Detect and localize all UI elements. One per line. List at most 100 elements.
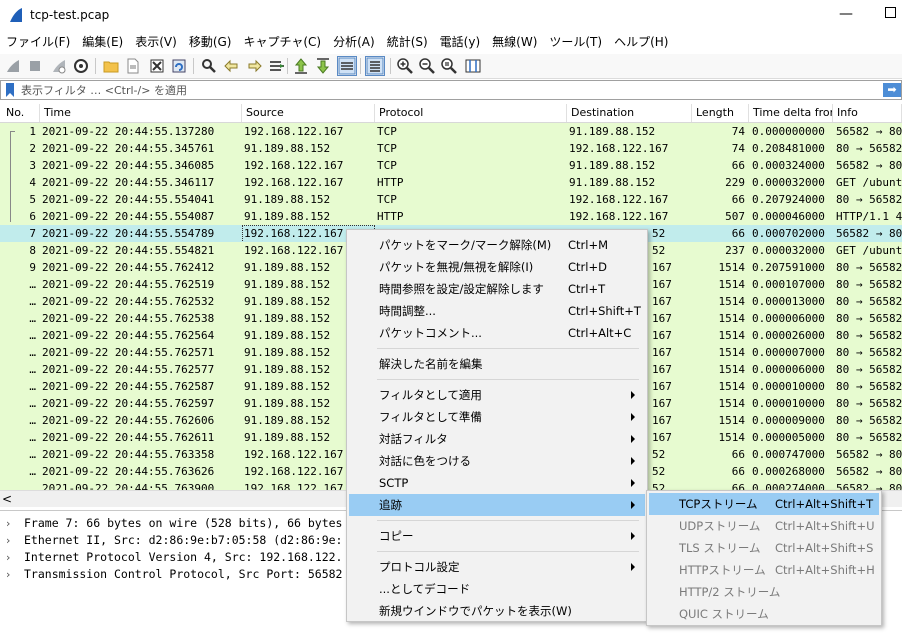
submenu-arrow-icon	[631, 435, 635, 443]
last-packet-icon[interactable]	[314, 57, 332, 75]
packet-cell-time: 2021-09-22 20:44:55.762597	[42, 397, 215, 410]
context-menu-item-2[interactable]: 時間参照を設定/設定解除します Ctrl+T	[349, 278, 645, 300]
expand-chevron-icon[interactable]: ›	[6, 549, 10, 566]
follow-menu-item-5: QUIC ストリーム	[649, 603, 879, 625]
packet-cell-delta: 0.000026000	[752, 329, 825, 342]
menu-item-1[interactable]: 編集(E)	[76, 31, 129, 53]
packet-cell-proto: TCP	[377, 142, 397, 155]
expand-chevron-icon[interactable]: ›	[6, 515, 10, 532]
title-bar: tcp-test.pcap —	[0, 0, 902, 30]
packet-cell-len: 1514	[718, 346, 746, 359]
forward-arrow-icon[interactable]	[246, 57, 264, 75]
zoom-out-icon[interactable]	[418, 57, 436, 75]
restart-icon[interactable]	[50, 57, 68, 75]
context-menu-item-9[interactable]: フィルタとして準備	[349, 406, 645, 428]
options-gear-icon[interactable]	[72, 57, 90, 75]
go-to-packet-icon[interactable]	[268, 57, 286, 75]
context-menu-item-8[interactable]: フィルタとして適用	[349, 384, 645, 406]
packet-cell-no: 9	[29, 261, 36, 274]
file-icon[interactable]	[124, 57, 142, 75]
autoscroll-icon[interactable]	[337, 56, 357, 76]
packet-cell-delta: 0.000032000	[752, 176, 825, 189]
close-file-icon[interactable]	[148, 57, 166, 75]
packet-row[interactable]: 1 2021-09-22 20:44:55.137280 192.168.122.1…	[0, 123, 902, 140]
scroll-left-icon[interactable]: <	[2, 491, 14, 507]
packet-row[interactable]: 4 2021-09-22 20:44:55.346117 192.168.122.1…	[0, 174, 902, 191]
packet-cell-dst: 91.189.88.152	[569, 176, 656, 189]
apply-filter-button[interactable]: ➡	[883, 83, 901, 97]
wireshark-fin-icon	[8, 7, 24, 23]
menu-item-label: UDPストリーム	[679, 519, 761, 533]
stop-icon[interactable]	[26, 57, 44, 75]
follow-menu-item-0[interactable]: TCPストリーム Ctrl+Alt+Shift+T	[649, 493, 879, 515]
packet-cell-delta: 0.207924000	[752, 193, 825, 206]
packet-cell-proto: TCP	[377, 193, 397, 206]
context-menu-item-3[interactable]: 時間調整... Ctrl+Shift+T	[349, 300, 645, 322]
context-menu-item-18[interactable]: ...としてデコード	[349, 578, 645, 600]
column-header-5[interactable]: Length	[692, 104, 749, 122]
first-packet-icon[interactable]	[292, 57, 310, 75]
packet-row[interactable]: 6 2021-09-22 20:44:55.554087 91.189.88.152…	[0, 208, 902, 225]
column-header-4[interactable]: Destination	[567, 104, 692, 122]
packet-row[interactable]: 2 2021-09-22 20:44:55.345761 91.189.88.152…	[0, 140, 902, 157]
packet-cell-no: …	[29, 329, 36, 342]
back-arrow-icon[interactable]	[222, 57, 240, 75]
context-menu-item-11[interactable]: 対話に色をつける	[349, 450, 645, 472]
colorize-icon[interactable]	[365, 56, 385, 76]
menu-item-shortcut: Ctrl+Alt+Shift+T	[775, 497, 874, 511]
shark-fin-start-icon[interactable]	[4, 57, 22, 75]
menu-item-shortcut: Ctrl+T	[568, 282, 606, 296]
menu-item-10[interactable]: ヘルプ(H)	[608, 31, 674, 53]
context-menu-item-6[interactable]: 解決した名前を編集	[349, 353, 645, 375]
packet-cell-len: 66	[731, 482, 745, 490]
zoom-in-icon[interactable]	[396, 57, 414, 75]
column-header-3[interactable]: Protocol	[375, 104, 567, 122]
resize-columns-icon[interactable]	[464, 57, 482, 75]
context-menu-item-12[interactable]: SCTP	[349, 472, 645, 494]
column-header-0[interactable]: No.	[2, 104, 40, 122]
packet-cell-delta: 0.000006000	[752, 312, 825, 325]
menu-item-2[interactable]: 表示(V)	[129, 31, 183, 53]
packet-cell-delta: 0.000013000	[752, 295, 825, 308]
column-header-2[interactable]: Source	[242, 104, 375, 122]
packet-list-header: No. Time Source Protocol Destination Length Ti…	[0, 104, 902, 123]
reload-icon[interactable]	[170, 57, 188, 75]
context-menu-item-10[interactable]: 対話フィルタ	[349, 428, 645, 450]
menu-item-8[interactable]: 無線(W)	[486, 31, 543, 53]
context-menu-item-0[interactable]: パケットをマーク/マーク解除(M) Ctrl+M	[349, 234, 645, 256]
packet-cell-time: 2021-09-22 20:44:55.763358	[42, 448, 215, 461]
menu-item-3[interactable]: 移動(G)	[183, 31, 238, 53]
bookmark-icon[interactable]	[5, 83, 15, 97]
packet-row[interactable]: 5 2021-09-22 20:44:55.554041 91.189.88.152…	[0, 191, 902, 208]
context-menu-item-1[interactable]: パケットを無視/無視を解除(I) Ctrl+D	[349, 256, 645, 278]
packet-row[interactable]: 3 2021-09-22 20:44:55.346085 192.168.122.1…	[0, 157, 902, 174]
context-menu-item-13[interactable]: 追跡	[349, 494, 645, 516]
zoom-reset-icon[interactable]	[440, 57, 458, 75]
packet-cell-proto: HTTP	[377, 210, 404, 223]
maximize-button[interactable]	[880, 4, 900, 24]
menu-item-label: HTTPストリーム	[679, 563, 766, 577]
minimize-button[interactable]: —	[836, 4, 856, 24]
expand-chevron-icon[interactable]: ›	[6, 566, 10, 583]
column-header-6[interactable]: Time delta fron	[749, 104, 833, 122]
packet-cell-delta: 0.000010000	[752, 380, 825, 393]
context-menu-item-4[interactable]: パケットコメント... Ctrl+Alt+C	[349, 322, 645, 344]
column-header-1[interactable]: Time	[40, 104, 242, 122]
open-folder-icon[interactable]	[102, 57, 120, 75]
context-menu-item-19[interactable]: 新規ウインドウでパケットを表示(W)	[349, 600, 645, 622]
search-icon[interactable]	[200, 57, 218, 75]
menu-item-6[interactable]: 統計(S)	[381, 31, 434, 53]
context-menu-item-15[interactable]: コピー	[349, 525, 645, 547]
display-filter-input[interactable]	[21, 81, 871, 99]
menu-item-7[interactable]: 電話(y)	[434, 31, 486, 53]
packet-cell-time: 2021-09-22 20:44:55.554087	[42, 210, 215, 223]
packet-cell-time: 2021-09-22 20:44:55.762532	[42, 295, 215, 308]
context-menu-item-17[interactable]: プロトコル設定	[349, 556, 645, 578]
column-header-7[interactable]: Info	[833, 104, 902, 122]
menu-item-5[interactable]: 分析(A)	[327, 31, 381, 53]
packet-cell-len: 66	[731, 193, 745, 206]
menu-item-9[interactable]: ツール(T)	[543, 31, 608, 53]
expand-chevron-icon[interactable]: ›	[6, 532, 10, 549]
menu-item-0[interactable]: ファイル(F)	[0, 31, 76, 53]
menu-item-4[interactable]: キャプチャ(C)	[237, 31, 327, 53]
